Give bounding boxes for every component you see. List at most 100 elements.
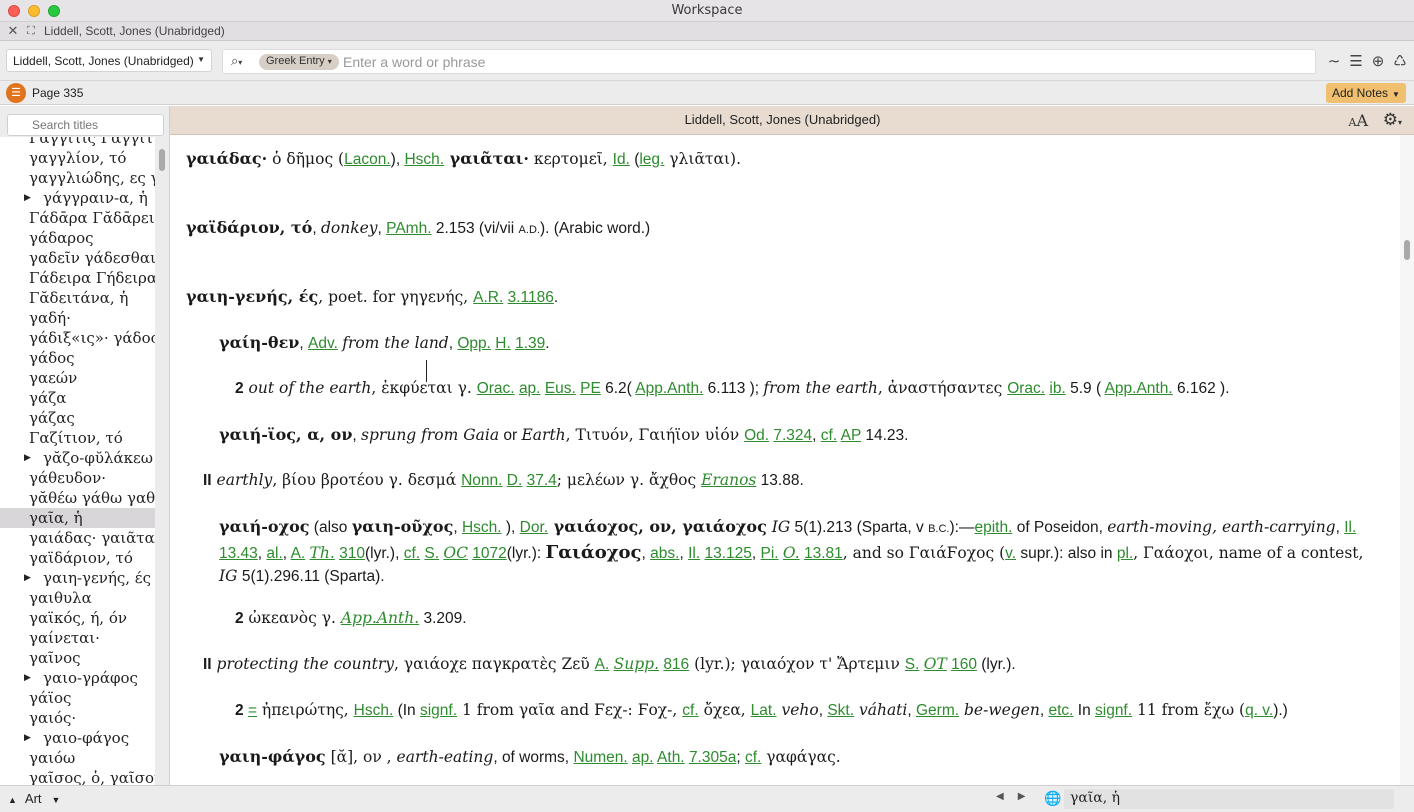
reference-link[interactable]: signf. — [1095, 702, 1132, 719]
reference-link[interactable]: Eus. — [545, 380, 576, 397]
reference-link[interactable]: App.Anth. — [635, 380, 703, 397]
close-window-button[interactable] — [8, 5, 20, 17]
reference-link[interactable]: signf. — [420, 702, 457, 719]
reference-link[interactable]: 13.125 — [704, 545, 751, 562]
reference-link[interactable]: Dor. — [520, 519, 548, 536]
disclosure-triangle-icon[interactable]: ▶ — [24, 728, 31, 748]
font-size-icon[interactable]: AA — [1348, 111, 1368, 130]
disclosure-triangle-icon[interactable]: ▶ — [24, 188, 31, 208]
waveform-icon[interactable]: ∼ — [1326, 52, 1342, 70]
disclosure-triangle-icon[interactable]: ▶ — [24, 668, 31, 688]
reference-link[interactable]: 7.324 — [773, 427, 812, 444]
title-list-item[interactable]: Γάδᾱρα Γᾰδᾱρει — [0, 208, 155, 228]
title-list-item[interactable]: γαίνεται· — [0, 628, 155, 648]
reference-link[interactable]: Od. — [744, 427, 769, 444]
reference-link[interactable]: O. — [783, 544, 800, 562]
reference-link[interactable]: Nonn. — [461, 472, 502, 489]
title-list-item[interactable]: γαδεῖν γάδεσθαι — [0, 248, 155, 268]
search-icon[interactable]: ⌕▾ — [231, 53, 242, 69]
title-list-item[interactable]: γαεών — [0, 368, 155, 388]
reference-link[interactable]: Eranos — [701, 471, 756, 489]
sidebar-scroll-thumb[interactable] — [159, 149, 165, 171]
reference-link[interactable]: cf. — [682, 702, 698, 719]
title-list-item[interactable]: γάθευδον· — [0, 468, 155, 488]
title-list-item[interactable]: γαδή· — [0, 308, 155, 328]
recycle-icon[interactable]: ♺ — [1392, 52, 1408, 70]
reference-link[interactable]: cf. — [404, 545, 420, 562]
reference-link[interactable]: 816 — [663, 656, 689, 673]
reference-link[interactable]: PE — [580, 380, 601, 397]
reference-link[interactable]: H. — [495, 335, 511, 352]
reference-link[interactable]: = — [248, 702, 257, 719]
title-list-item[interactable]: γάδαρος — [0, 228, 155, 248]
reference-link[interactable]: App.Anth. — [341, 609, 419, 627]
title-list-item[interactable]: γαῖνος — [0, 648, 155, 668]
expand-icon[interactable]: ⛶ — [24, 25, 38, 38]
reference-link[interactable]: Germ. — [916, 702, 959, 719]
minimize-window-button[interactable] — [28, 5, 40, 17]
sidebar-scrollbar[interactable] — [155, 137, 169, 785]
reference-link[interactable]: Supp. — [614, 655, 659, 673]
reference-link[interactable]: Ath. — [657, 749, 685, 766]
reference-link[interactable]: 13.81 — [804, 545, 843, 562]
title-list-item[interactable]: ▶ γαιο-γράφος — [0, 668, 155, 688]
reference-link[interactable]: Il. — [688, 545, 700, 562]
reference-link[interactable]: ib. — [1049, 380, 1065, 397]
reference-link[interactable]: Orac. — [477, 380, 515, 397]
reference-link[interactable]: Il. — [1344, 519, 1356, 536]
reference-link[interactable]: Numen. — [573, 749, 627, 766]
reference-link[interactable]: al. — [266, 545, 282, 562]
reference-link[interactable]: Hsch. — [354, 702, 394, 719]
title-search-input[interactable] — [7, 114, 164, 136]
disclosure-triangle-icon[interactable]: ▶ — [24, 568, 31, 588]
title-list-item[interactable]: γαιθυλα — [0, 588, 155, 608]
back-icon[interactable]: ◀ — [996, 791, 1004, 802]
reference-link[interactable]: leg. — [639, 151, 664, 168]
reference-link[interactable]: 160 — [951, 656, 977, 673]
reference-link[interactable]: pl. — [1117, 545, 1133, 562]
gear-icon[interactable]: ⚙▾ — [1383, 110, 1402, 130]
reference-link[interactable]: cf. — [821, 427, 837, 444]
reference-link[interactable]: 13.43 — [219, 545, 258, 562]
reference-link[interactable]: etc. — [1048, 702, 1073, 719]
title-list-item[interactable]: γαιάδας· γαιᾶτα — [0, 528, 155, 548]
title-list-item[interactable]: γαιόω — [0, 748, 155, 768]
title-list-item[interactable]: γαϊκός, ή, όν — [0, 608, 155, 628]
chevron-down-icon[interactable]: ▼ — [52, 795, 61, 805]
title-list-item[interactable]: γάϊος — [0, 688, 155, 708]
reference-link[interactable]: Th. — [310, 544, 335, 562]
reference-link[interactable]: Adv. — [308, 335, 338, 352]
content-scroll-thumb[interactable] — [1404, 240, 1410, 260]
reference-link[interactable]: Id. — [613, 151, 630, 168]
title-list-item[interactable]: ▶ γάγγραιν-α, ἡ — [0, 188, 155, 208]
reference-link[interactable]: AP — [841, 427, 861, 444]
maximize-window-button[interactable] — [48, 5, 60, 17]
title-list-item[interactable]: γαγγλιώδης, ες γ — [0, 168, 155, 188]
title-list-item[interactable]: γάδιξ«ις»· γάδος· — [0, 328, 155, 348]
current-entry-field[interactable]: γαῖα, ἡ — [1064, 789, 1394, 809]
reference-link[interactable]: ap. — [632, 749, 654, 766]
search-type-select[interactable]: Greek Entry ▾ — [259, 54, 339, 70]
reference-link[interactable]: Lat. — [751, 702, 777, 719]
content-scrollbar[interactable] — [1400, 135, 1414, 785]
reference-link[interactable]: Lacon. — [344, 151, 391, 168]
title-list-item[interactable]: γαγγλίον, τό — [0, 148, 155, 168]
title-list-item[interactable]: γάδος — [0, 348, 155, 368]
title-list-item[interactable]: Γάδειρα Γήδειρα — [0, 268, 155, 288]
reference-link[interactable]: cf. — [745, 749, 761, 766]
reference-link[interactable]: 37.4 — [527, 472, 557, 489]
reference-link[interactable]: OT — [924, 655, 947, 673]
reference-link[interactable]: abs. — [650, 545, 679, 562]
tab-lsj[interactable]: Liddell, Scott, Jones (Unabridged) — [44, 24, 225, 38]
outline-icon[interactable]: ☰ — [1348, 52, 1364, 70]
forward-icon[interactable]: ▶ — [1018, 791, 1026, 802]
reference-link[interactable]: epith. — [974, 519, 1012, 536]
add-notes-button[interactable]: Add Notes ▼ — [1326, 83, 1406, 103]
title-list-item[interactable]: γαϊδάριον, τό — [0, 548, 155, 568]
triangle-up-icon[interactable]: ▲ — [8, 795, 17, 805]
close-tab-icon[interactable]: ✕ — [6, 23, 20, 39]
disclosure-triangle-icon[interactable]: ▶ — [24, 448, 31, 468]
add-circle-icon[interactable]: ⊕ — [1370, 52, 1386, 70]
reference-link[interactable]: 1.39 — [515, 335, 545, 352]
reference-link[interactable]: S. — [905, 656, 920, 673]
